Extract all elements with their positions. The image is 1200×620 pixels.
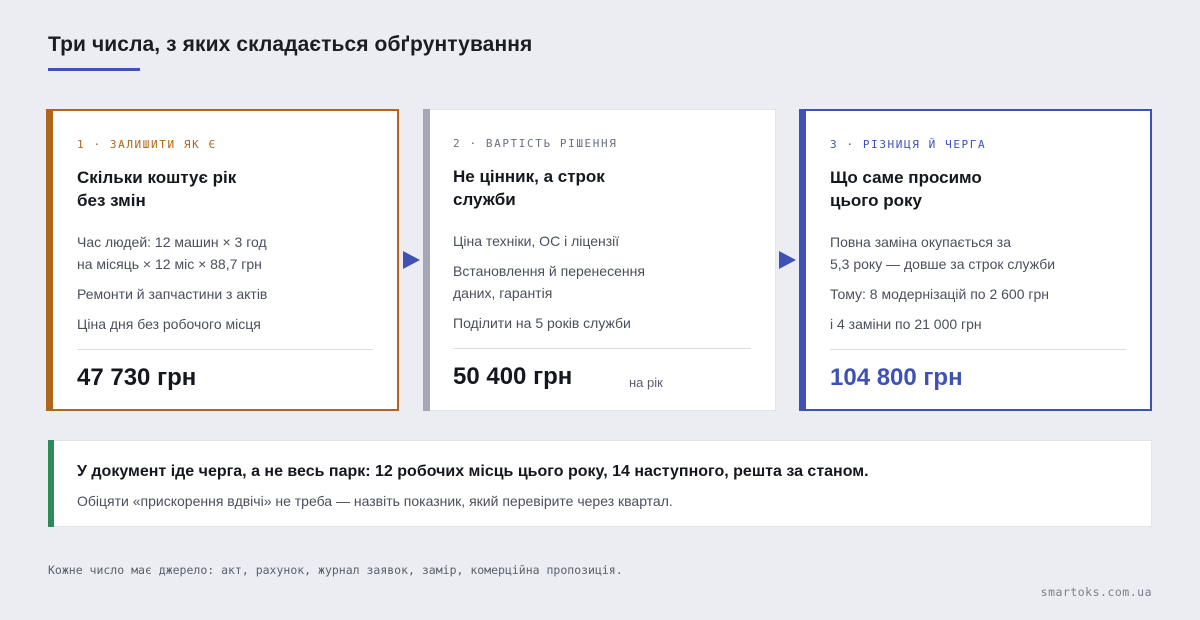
callout-accent-stripe [48, 440, 54, 527]
detail-line: Встановлення й перенесення [453, 263, 645, 279]
card-details: Час людей: 12 машин × 3 год на місяць × … [77, 231, 377, 343]
card-divider [830, 349, 1126, 350]
conclusion-callout: У документ іде черга, а не весь парк: 12… [48, 440, 1152, 527]
card-heading-line: Скільки коштує рік [77, 168, 237, 187]
card-eyebrow: 1 · ЗАЛИШИТИ ЯК Є [77, 138, 217, 151]
card-heading-line: цього року [830, 191, 922, 210]
detail-line: Час людей: 12 машин × 3 год [77, 234, 267, 250]
card-heading: Скільки коштує рік без змін [77, 166, 367, 212]
card-heading: Що саме просимо цього року [830, 166, 1120, 212]
card-accent-stripe [423, 109, 430, 411]
detail-line: Ремонти й запчастини з актів [77, 286, 268, 302]
detail-line: на місяць × 12 міс × 88,7 грн [77, 256, 262, 272]
card-heading: Не цінник, а строк служби [453, 165, 743, 211]
card-eyebrow: 3 · РІЗНИЦЯ Й ЧЕРГА [830, 138, 987, 151]
callout-headline: У документ іде черга, а не весь парк: 12… [77, 463, 869, 480]
detail-line: 5,3 року — довше за строк служби [830, 256, 1056, 272]
detail-line: Ціна дня без робочого місця [77, 316, 261, 332]
title-underline [48, 68, 140, 71]
arrow-right-icon [403, 251, 420, 269]
card-solution-cost: 2 · ВАРТІСТЬ РІШЕННЯ Не цінник, а строк … [423, 109, 776, 411]
site-credit: smartoks.com.ua [1040, 585, 1152, 599]
card-details: Повна заміна окупається за 5,3 року — до… [830, 231, 1130, 343]
card-eyebrow: 2 · ВАРТІСТЬ РІШЕННЯ [453, 137, 618, 150]
callout-subtext: Обіцяти «прискорення вдвічі» не треба — … [77, 493, 673, 509]
detail-line: Поділити на 5 років служби [453, 315, 631, 331]
detail-line: Тому: 8 модернізацій по 2 600 грн [830, 286, 1050, 302]
card-heading-line: Що саме просимо [830, 168, 982, 187]
card-total: 50 400 грн [453, 363, 573, 390]
card-heading-line: служби [453, 190, 516, 209]
card-details: Ціна техніки, ОС і ліцензії Встановлення… [453, 230, 753, 342]
arrow-right-icon [779, 251, 796, 269]
card-total: 104 800 грн [830, 364, 963, 391]
page-title: Три числа, з яких складається обґрунтува… [48, 33, 533, 56]
detail-line: Повна заміна окупається за [830, 234, 1012, 250]
card-accent-stripe [46, 109, 53, 411]
card-total-note: на рік [629, 375, 663, 390]
card-difference-queue: 3 · РІЗНИЦЯ Й ЧЕРГА Що саме просимо цьог… [799, 109, 1152, 411]
detail-line: даних, гарантія [453, 285, 553, 301]
card-keep-as-is: 1 · ЗАЛИШИТИ ЯК Є Скільки коштує рік без… [46, 109, 399, 411]
detail-line: і 4 заміни по 21 000 грн [830, 316, 982, 332]
card-total: 47 730 грн [77, 364, 197, 391]
card-accent-stripe [799, 109, 806, 411]
card-divider [77, 349, 373, 350]
card-heading-line: без змін [77, 191, 146, 210]
card-divider [453, 348, 751, 349]
footnote: Кожне число має джерело: акт, рахунок, ж… [48, 563, 623, 577]
card-heading-line: Не цінник, а строк [453, 167, 605, 186]
detail-line: Ціна техніки, ОС і ліцензії [453, 233, 620, 249]
